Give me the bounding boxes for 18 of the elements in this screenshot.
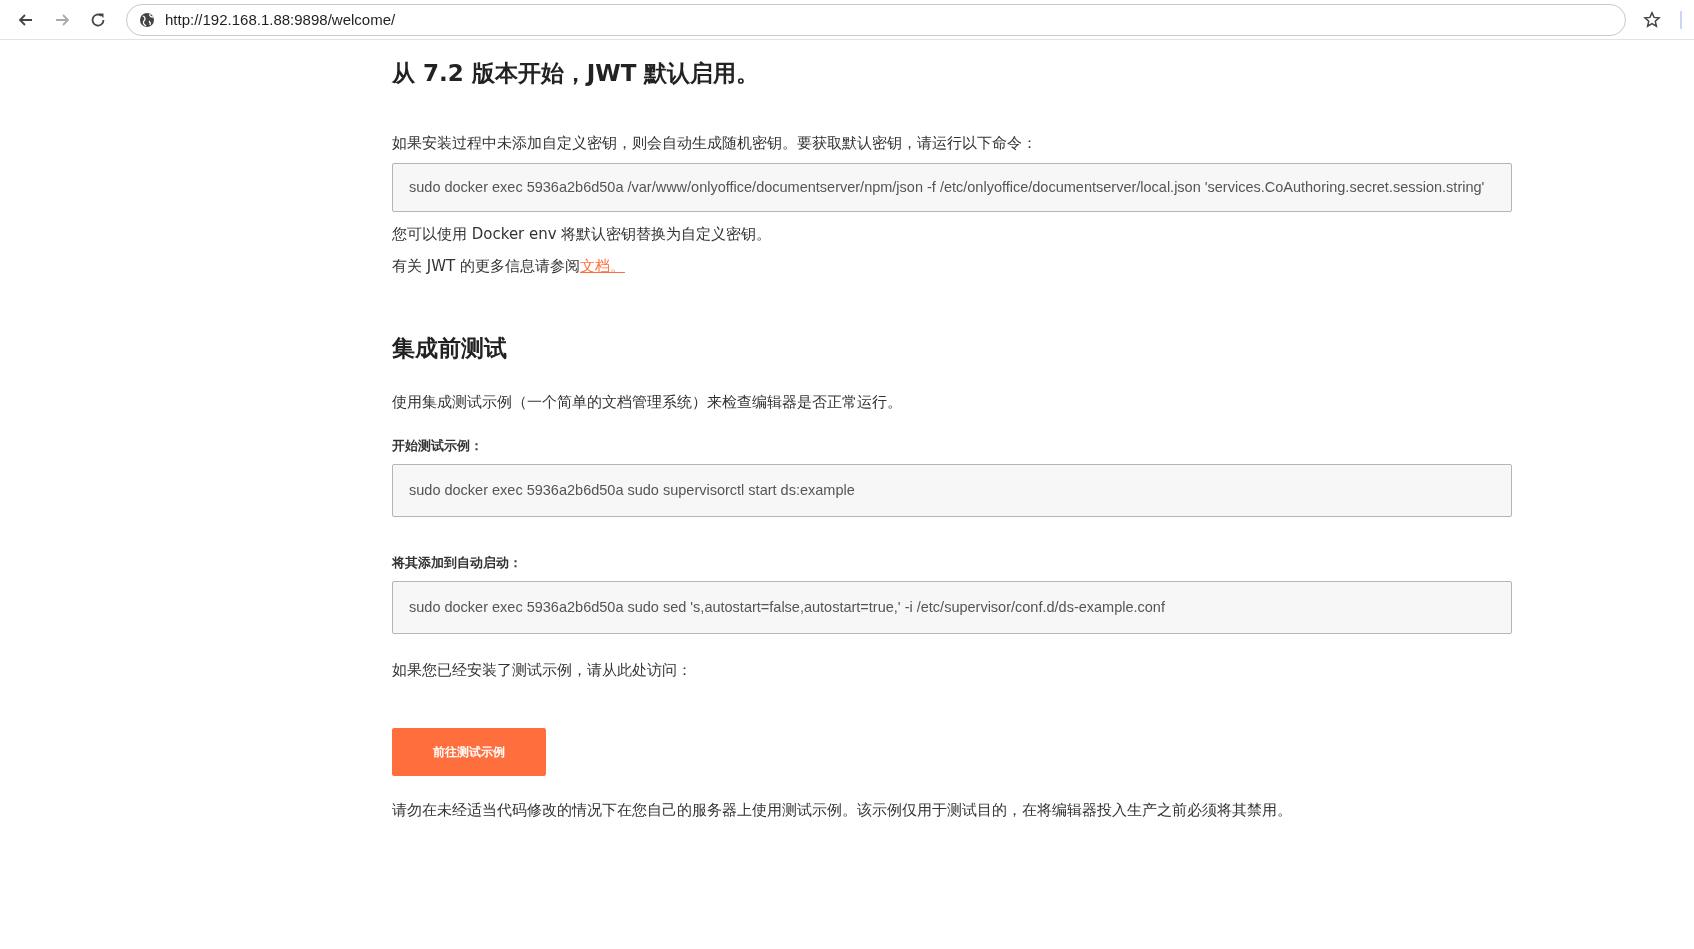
paragraph: 如果您已经安装了测试示例，请从此处访问： [392, 660, 693, 681]
command-box: sudo docker exec 5936a2b6d50a sudo sed 's,autostart=false,autostart=true,' -i /etc/supervisor/conf.d/ds-example.conf [392, 581, 1512, 634]
go-to-example-button[interactable]: 前往测试示例 [392, 728, 546, 776]
url-text: http://192.168.1.88:9898/welcome/ [165, 11, 396, 28]
command-box: sudo docker exec 5936a2b6d50a /var/www/onlyoffice/documentserver/npm/json -f /etc/onlyoffice/documentserver/local.json 'services.CoAuthoring.secret.session.string' [392, 163, 1512, 212]
step-label: 将其添加到自动启动： [392, 554, 523, 572]
paragraph: 您可以使用 Docker env 将默认密钥替换为自定义密钥。 [392, 224, 773, 245]
paragraph: 请勿在未经适当代码修改的情况下在您自己的服务器上使用测试示例。该示例仅用于测试目的，在将编辑器投入生产之前必须将其禁用。 [392, 800, 1293, 821]
paragraph: 有关 JWT 的更多信息请参阅文档。 [392, 256, 626, 277]
section-heading: 从 7.2 版本开始，JWT 默认启用。 [392, 59, 761, 88]
star-icon[interactable] [1643, 10, 1661, 29]
paragraph: 如果安装过程中未添加自定义密钥，则会自动生成随机密钥。要获取默认密钥，请运行以下命令： [392, 133, 1038, 154]
step-label: 开始测试示例： [392, 437, 484, 455]
docs-link[interactable]: 文档。 [579, 257, 625, 275]
section-heading: 集成前测试 [392, 334, 508, 363]
globe-icon [139, 11, 155, 28]
command-box: sudo docker exec 5936a2b6d50a sudo supervisorctl start ds:example [392, 464, 1512, 517]
paragraph: 使用集成测试示例（一个简单的文档管理系统）来检查编辑器是否正常运行。 [392, 392, 903, 413]
